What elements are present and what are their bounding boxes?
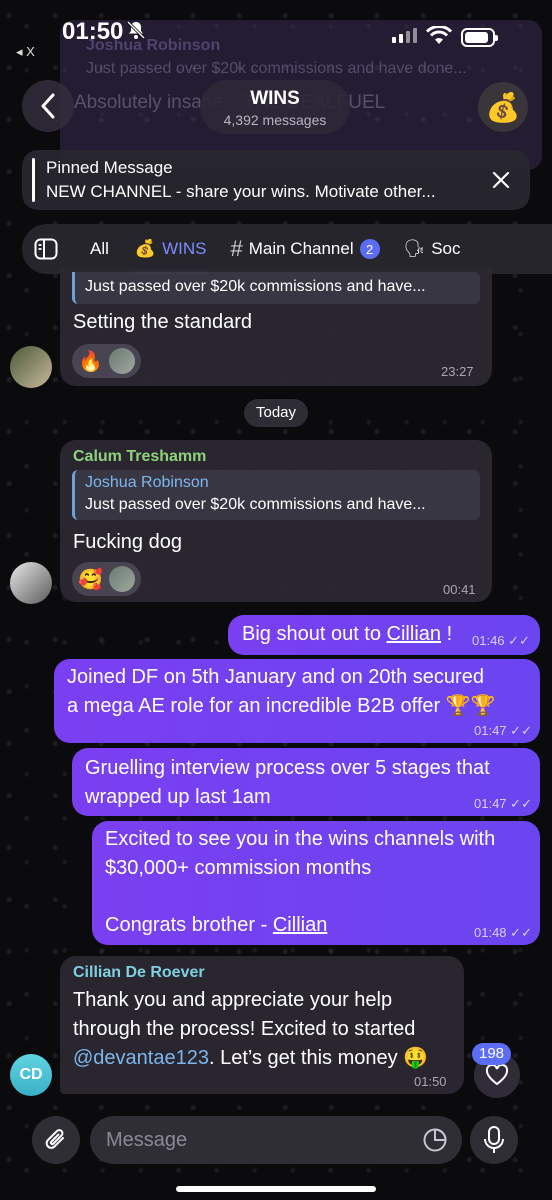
message-time: 01:47 ✓✓ [474,723,532,738]
message-text-line2: wrapped up last 1am [85,786,271,808]
message-text-line1: Excited to see you in the wins channels … [105,828,496,850]
tab-main-channel[interactable]: # Main Channel 2 [218,224,391,274]
reply-preview[interactable]: Just passed over $20k commissions and ha… [72,272,480,304]
read-checkmarks-icon: ✓✓ [510,925,532,940]
reply-name: Joshua Robinson [85,474,209,491]
message-text: Setting the standard [73,311,253,333]
heart-icon [485,1064,509,1086]
message-text-line1: Gruelling interview process over 5 stage… [85,757,490,779]
message-incoming[interactable]: Just passed over $20k commissions and ha… [60,268,492,386]
reply-preview[interactable]: Joshua Robinson Just passed over $20k co… [72,470,480,520]
chat-title-button[interactable]: WINS 4,392 messages [200,80,350,134]
pinned-text: NEW CHANNEL - share your wins. Motivate … [46,182,436,201]
tab-social-label: Soc [431,239,461,258]
tab-main-channel-label: Main Channel [248,239,354,258]
avatar[interactable]: CD [10,1054,52,1096]
back-button[interactable] [22,80,74,132]
status-time: 01:50 [62,18,124,45]
microphone-icon [484,1126,504,1153]
back-to-app-link[interactable]: ◂ X [16,44,35,60]
sender-name[interactable]: Cillian De Roever [73,964,205,982]
tab-wins-label: WINS [162,239,207,258]
reply-text: Just passed over $20k commissions and ha… [85,496,426,513]
wifi-icon [426,26,452,44]
message-time: 23:27 [441,364,474,379]
message-outgoing[interactable]: Big shout out to Cillian ! 01:46 ✓✓ [228,615,540,655]
mention-link[interactable]: Cillian [387,623,441,645]
message-text-line3: @devantae123. Let’s get this money 🤑 [73,1047,429,1069]
microphone-button[interactable] [470,1116,518,1164]
money-bag-icon: 💰 [485,91,521,123]
signal-icon [392,28,417,43]
attach-button[interactable] [32,1116,80,1164]
avatar[interactable] [10,562,52,604]
paperclip-icon [45,1129,64,1149]
battery-icon [461,28,498,47]
message-time: 01:46 ✓✓ [472,633,530,648]
message-incoming[interactable]: Calum Treshamm Joshua Robinson Just pass… [60,440,492,602]
reply-text: Just passed over $20k commissions and ha… [85,278,426,295]
read-checkmarks-icon: ✓✓ [510,723,532,738]
chat-title: WINS [250,88,300,109]
message-text-line2: a mega AE role for an incredible B2B off… [67,695,496,717]
unread-count-badge: 198 [472,1043,512,1065]
reactor-avatar [108,566,135,592]
folders-sidebar-button[interactable] [22,224,70,274]
message-text-line2: $30,000+ commission months [105,857,372,879]
mention-link[interactable]: @devantae123 [73,1047,209,1069]
tab-social[interactable]: 🗣 Soc [392,224,473,274]
background-reply-text: Just passed over $20k commissions and ha… [86,60,467,77]
money-bag-icon: 💰 [134,239,157,258]
message-input[interactable] [90,1116,462,1164]
pinned-title: Pinned Message [46,158,173,177]
hashtag-icon: # [230,236,243,261]
message-outgoing[interactable]: Joined DF on 5th January and on 20th sec… [54,659,540,743]
pinned-message-banner[interactable]: Pinned Message NEW CHANNEL - share your … [22,150,530,210]
folder-tabs: All 💰 WINS # Main Channel 2 🗣 Soc [22,224,552,274]
message-count: 4,392 messages [223,112,327,128]
reaction-chip[interactable]: 🥰 [72,562,141,596]
read-checkmarks-icon: ✓✓ [508,633,530,648]
avatar[interactable] [10,346,52,388]
message-time: 01:47 ✓✓ [474,796,532,811]
sidebar-icon [34,238,58,260]
close-icon[interactable] [490,169,512,191]
date-separator: Today [244,399,308,427]
channel-avatar[interactable]: 💰 [478,82,528,132]
message-text-line2: through the process! Excited to started [73,1018,416,1040]
status-bar: 01:50 ◂ X [0,0,552,60]
mention-link[interactable]: Cillian [273,914,327,936]
reactor-avatar [108,348,135,374]
message-time: 00:41 [443,582,476,597]
chevron-left-icon [41,93,55,119]
message-text-line1: Thank you and appreciate your help [73,989,393,1011]
message-time: 01:50 [414,1074,447,1089]
message-text: Fucking dog [73,531,182,553]
message-time: 01:48 ✓✓ [474,925,532,940]
message-text: Big shout out to Cillian ! [242,623,453,645]
message-incoming[interactable]: Cillian De Roever Thank you and apprecia… [60,956,464,1094]
speaking-head-icon: 🗣 [403,239,426,258]
read-checkmarks-icon: ✓✓ [510,796,532,811]
unread-badge: 2 [359,239,380,259]
message-outgoing[interactable]: Gruelling interview process over 5 stage… [72,748,540,816]
bell-off-icon [126,20,146,40]
fire-emoji: 🔥 [78,350,103,373]
message-text-line1: Joined DF on 5th January and on 20th sec… [67,666,484,688]
tab-all[interactable]: All [70,224,121,274]
message-outgoing[interactable]: Excited to see you in the wins channels … [92,821,540,945]
sender-name[interactable]: Calum Treshamm [73,448,206,466]
smiling-hearts-emoji: 🥰 [78,568,103,591]
tab-wins[interactable]: 💰 WINS [121,224,219,274]
reaction-chip[interactable]: 🔥 [72,344,141,378]
pinned-indicator [32,158,35,202]
sticker-icon[interactable] [422,1127,448,1153]
message-text-line3: Congrats brother - Cillian [105,914,328,936]
tab-all-label: All [90,239,109,258]
home-indicator[interactable] [176,1186,376,1192]
